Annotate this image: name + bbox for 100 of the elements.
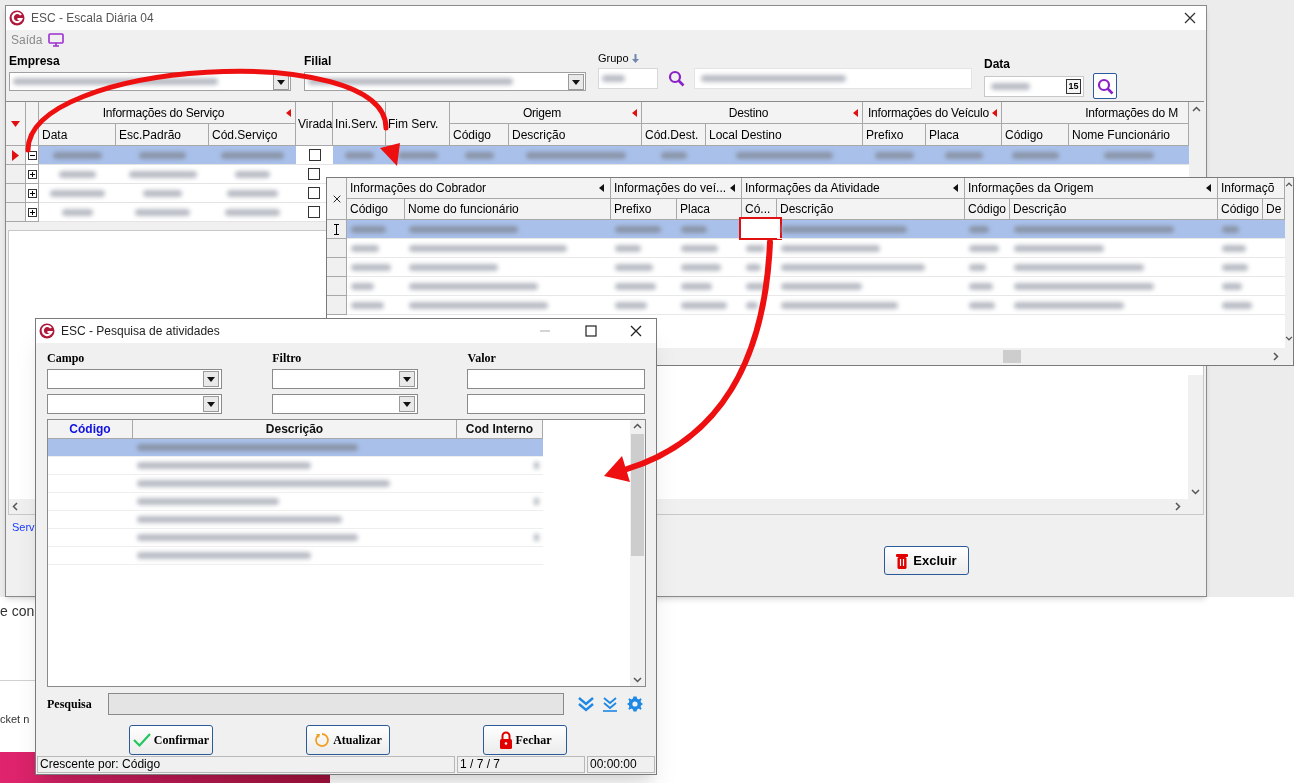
field-label: Valor — [467, 351, 496, 365]
column-header[interactable]: Descrição — [133, 420, 457, 439]
app-logo-icon — [39, 323, 55, 339]
chevron-down-icon[interactable] — [633, 677, 642, 683]
blurred-text — [1011, 151, 1060, 159]
collapse-marker-icon[interactable] — [730, 184, 735, 192]
maximize-icon[interactable] — [585, 325, 597, 337]
blurred-text — [746, 263, 761, 271]
value-field[interactable] — [467, 394, 645, 414]
close-button[interactable]: Fechar — [483, 725, 567, 755]
checkbox[interactable] — [308, 149, 321, 161]
trash-icon — [896, 552, 909, 569]
field-label: Pesquisa — [47, 696, 93, 713]
confirm-button[interactable]: Confirmar — [129, 725, 213, 755]
sort-down-icon[interactable] — [11, 120, 20, 127]
group-name-field[interactable] — [694, 68, 972, 89]
window-title: ESC - Escala Diária 04 — [31, 10, 154, 27]
field-dropdown[interactable] — [47, 369, 222, 389]
scrollbar[interactable] — [1188, 375, 1203, 499]
blurred-text — [534, 498, 539, 505]
column-group-label: Informações do veí... — [614, 180, 727, 197]
calendar-button[interactable]: 15 — [1066, 78, 1081, 94]
value-field[interactable] — [467, 369, 645, 389]
app-logo-icon — [9, 10, 25, 26]
blurred-text — [746, 244, 765, 252]
status-text: Crescente por: Código — [37, 756, 455, 773]
sort-down-icon[interactable] — [631, 54, 639, 63]
collapse-marker-icon[interactable] — [599, 184, 604, 192]
field-dropdown[interactable] — [47, 394, 222, 414]
background-text: cket n — [0, 712, 30, 727]
chevron-up-icon[interactable] — [1285, 182, 1293, 187]
chevron-down-icon[interactable] — [1285, 336, 1293, 341]
blurred-text — [134, 208, 191, 216]
blurred-text — [224, 208, 281, 216]
text-cursor-icon — [333, 223, 340, 235]
collapse-marker-icon[interactable] — [286, 108, 291, 117]
filter-dropdown[interactable] — [271, 369, 418, 389]
scrollbar-thumb[interactable] — [631, 434, 644, 556]
blurred-text — [351, 301, 384, 309]
delete-button[interactable]: Excluir — [884, 546, 969, 575]
column-group-label: Informações da Origem — [968, 180, 1094, 197]
branch-dropdown[interactable] — [304, 72, 586, 91]
blurred-text — [49, 189, 106, 197]
close-icon[interactable] — [630, 325, 642, 337]
chevron-up-icon[interactable] — [633, 423, 642, 429]
double-chevron-down-icon[interactable] — [577, 696, 595, 712]
scrollbar[interactable] — [630, 420, 645, 686]
close-icon[interactable] — [1184, 12, 1196, 24]
chevron-right-icon[interactable] — [1175, 502, 1181, 511]
blurred-text — [615, 301, 647, 309]
blurred-text — [969, 301, 995, 309]
collapse-marker-icon[interactable] — [853, 108, 858, 117]
table-row[interactable] — [48, 439, 543, 457]
blurred-text — [991, 82, 1031, 90]
scrollbar-thumb[interactable] — [1003, 350, 1021, 363]
column-header[interactable]: Cod Interno — [457, 420, 543, 439]
blurred-text — [53, 151, 102, 159]
filter-dropdown[interactable] — [271, 394, 418, 414]
group-code-field[interactable] — [598, 68, 658, 89]
window-title: ESC - Pesquisa de atividades — [61, 323, 220, 340]
settings-icon[interactable] — [627, 696, 643, 712]
chevron-up-icon[interactable] — [1192, 106, 1201, 112]
collapse-marker-icon[interactable] — [992, 108, 997, 117]
chevron-down-to-line-icon[interactable] — [602, 696, 618, 712]
column-header[interactable]: Código — [48, 420, 133, 439]
blurred-text — [1222, 244, 1247, 252]
date-field[interactable]: 15 — [984, 75, 1084, 97]
checkbox[interactable] — [308, 187, 320, 199]
field-label: Campo — [47, 351, 85, 365]
checkbox[interactable] — [308, 206, 320, 218]
close-icon[interactable] — [332, 194, 341, 203]
plus-icon[interactable] — [27, 188, 37, 198]
checkbox[interactable] — [308, 168, 320, 180]
blurred-text — [465, 151, 494, 159]
chevron-left-icon[interactable] — [12, 502, 18, 511]
chevron-down-icon[interactable] — [1191, 489, 1200, 495]
row-pointer-icon — [12, 149, 19, 161]
plus-icon[interactable] — [27, 169, 37, 179]
chevron-right-icon[interactable] — [1273, 352, 1279, 361]
minus-icon[interactable] — [27, 150, 37, 160]
collapse-marker-icon[interactable] — [953, 184, 958, 192]
blurred-text — [661, 151, 687, 159]
column-group-label: Destino — [727, 104, 770, 122]
plus-icon[interactable] — [27, 207, 37, 217]
blurred-text — [615, 244, 642, 252]
table-row[interactable] — [327, 220, 1285, 239]
refresh-icon — [314, 732, 331, 748]
blurred-text — [681, 225, 707, 233]
collapse-marker-icon[interactable] — [632, 108, 637, 117]
background-text: e con — [0, 602, 35, 621]
monitor-icon[interactable] — [48, 33, 65, 47]
column-group-label: Informações do Cobrador — [350, 180, 487, 197]
refresh-button[interactable]: Atualizar — [306, 725, 390, 755]
search-icon[interactable] — [668, 70, 685, 87]
search-field[interactable] — [108, 693, 564, 715]
column-group-label: Informações do M — [1084, 104, 1179, 122]
blurred-text — [615, 282, 656, 290]
blurred-text — [139, 151, 186, 159]
link[interactable]: Serv — [12, 518, 35, 536]
field-label: Empresa — [9, 54, 61, 68]
